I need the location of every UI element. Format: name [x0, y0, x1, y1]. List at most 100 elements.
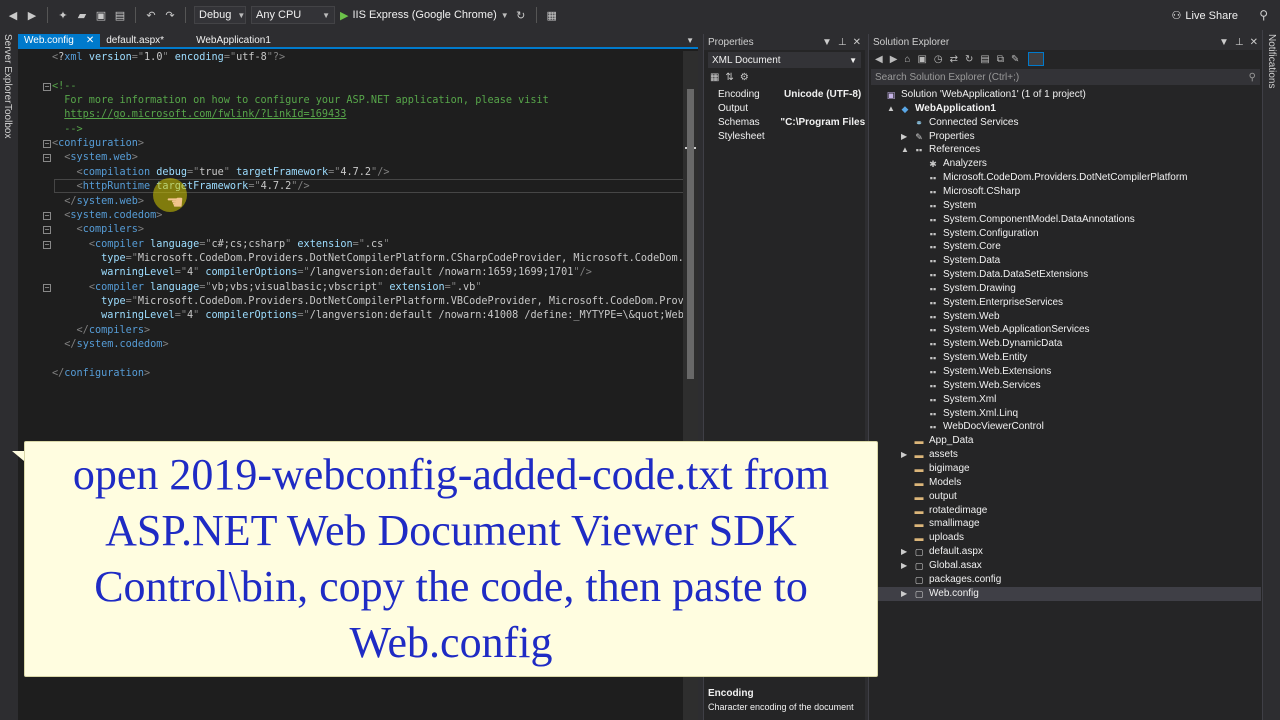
feedback-icon[interactable]: ⚲: [1259, 8, 1268, 22]
code-line[interactable]: − <compiler language="vb;vbs;visualbasic…: [18, 281, 683, 295]
expand-icon[interactable]: ▶: [901, 130, 909, 144]
property-pages-icon[interactable]: ⚙: [740, 72, 749, 86]
refresh-icon[interactable]: ↻: [965, 54, 973, 65]
expand-icon[interactable]: ▶: [901, 545, 909, 559]
close-icon[interactable]: ✕: [1250, 37, 1258, 48]
object-selector[interactable]: XML Document ▼: [708, 52, 861, 68]
collapse-icon[interactable]: −: [43, 154, 51, 163]
code-line[interactable]: warningLevel="4" compilerOptions="/langv…: [18, 309, 683, 323]
tab-document[interactable]: default.aspx*: [100, 34, 170, 47]
property-value[interactable]: "C:\Program Files (: [766, 116, 865, 130]
tree-node[interactable]: ▣ Solution 'WebApplication1' (1 of 1 proj…: [873, 88, 1086, 102]
code-line[interactable]: − <compilers>: [18, 223, 683, 237]
chevron-down-icon[interactable]: ▼: [822, 37, 832, 48]
code-line[interactable]: − <!--: [18, 80, 683, 94]
run-button[interactable]: ▶ IIS Express (Google Chrome) ▼: [340, 9, 509, 22]
undo-icon[interactable]: ↶: [144, 8, 158, 22]
tree-node[interactable]: ▪▪ System: [915, 199, 977, 213]
tree-node[interactable]: ▲ ▪▪ References: [901, 143, 980, 157]
property-value[interactable]: Unicode (UTF-8): [770, 88, 861, 102]
forward-icon[interactable]: ▶: [890, 54, 898, 65]
notifications-tab[interactable]: Notifications: [1266, 34, 1277, 88]
save-icon[interactable]: ▣: [94, 8, 108, 22]
pending-changes-icon[interactable]: ◷: [934, 54, 943, 65]
collapse-icon[interactable]: −: [43, 140, 51, 149]
categorized-icon[interactable]: ▦: [710, 72, 719, 86]
code-line[interactable]: − <compiler language="c#;cs;csharp" exte…: [18, 238, 683, 252]
close-icon[interactable]: ✕: [86, 35, 94, 46]
tree-node[interactable]: ▪▪ System.Web: [915, 310, 1000, 324]
forward-icon[interactable]: ▶: [25, 8, 39, 22]
tree-node[interactable]: ▪▪ System.Data: [915, 254, 1000, 268]
tree-node[interactable]: ▪▪ Microsoft.CodeDom.Providers.DotNetComp…: [915, 171, 1188, 185]
alphabetical-icon[interactable]: ⇅: [725, 72, 733, 86]
tree-node[interactable]: ▶ ✎ Properties: [901, 130, 975, 144]
collapse-icon[interactable]: −: [43, 82, 51, 91]
property-row[interactable]: Schemas "C:\Program Files (: [704, 116, 865, 130]
tree-node[interactable]: ▪▪ System.Web.Extensions: [915, 365, 1051, 379]
new-project-icon[interactable]: ✦: [56, 8, 70, 22]
chevron-down-icon[interactable]: ▼: [686, 36, 694, 45]
expand-icon[interactable]: ▶: [901, 559, 909, 573]
properties-icon[interactable]: ✎: [1011, 54, 1019, 65]
tree-node[interactable]: ✱ Analyzers: [915, 157, 987, 171]
tab-document[interactable]: WebApplication1: [190, 34, 277, 47]
save-all-icon[interactable]: ▤: [113, 8, 127, 22]
solution-search-input[interactable]: Search Solution Explorer (Ctrl+;) ⚲: [871, 69, 1260, 85]
tree-node[interactable]: ▲ ◆ WebApplication1: [887, 102, 996, 116]
tree-node[interactable]: ▶ ▢ Global.asax: [901, 559, 982, 573]
tree-node[interactable]: ▪▪ Microsoft.CSharp: [915, 185, 1020, 199]
pin-icon[interactable]: ⊥: [838, 37, 847, 48]
code-line[interactable]: <?xml version="1.0" encoding="utf-8"?>: [18, 51, 683, 65]
tree-node[interactable]: ▪▪ System.Configuration: [915, 227, 1039, 241]
code-line[interactable]: warningLevel="4" compilerOptions="/langv…: [18, 266, 683, 280]
collapse-icon[interactable]: ▲: [887, 102, 895, 116]
server-explorer-tab[interactable]: Server Explorer: [2, 34, 13, 103]
tree-node[interactable]: ▪▪ WebDocViewerControl: [915, 420, 1044, 434]
refresh-icon[interactable]: ↻: [514, 8, 528, 22]
code-line[interactable]: <compilation debug="true" targetFramewor…: [18, 166, 683, 180]
collapse-icon[interactable]: −: [43, 211, 51, 220]
code-line[interactable]: </system.web>: [18, 195, 683, 209]
show-all-files-icon[interactable]: ⧉: [997, 54, 1004, 65]
code-line[interactable]: type="Microsoft.CodeDom.Providers.DotNet…: [18, 252, 683, 266]
code-line[interactable]: </system.codedom>: [18, 338, 683, 352]
tree-node[interactable]: ▢ packages.config: [901, 573, 1002, 587]
tab-document[interactable]: Web.config ✕: [18, 34, 101, 47]
tree-node[interactable]: ▶ ▢ Web.config: [869, 586, 1261, 601]
property-row[interactable]: Output: [704, 102, 865, 116]
tree-node[interactable]: ▪▪ System.Xml: [915, 393, 997, 407]
back-icon[interactable]: ◀: [6, 8, 20, 22]
switch-views-icon[interactable]: ▣: [917, 54, 926, 65]
tree-node[interactable]: ▶ ▬ assets: [901, 448, 958, 462]
code-line[interactable]: </configuration>: [18, 367, 683, 381]
tree-node[interactable]: ▪▪ System.Web.ApplicationServices: [915, 323, 1090, 337]
scroll-thumb[interactable]: [687, 89, 694, 379]
open-file-icon[interactable]: ▰: [75, 8, 89, 22]
code-line[interactable]: type="Microsoft.CodeDom.Providers.DotNet…: [18, 295, 683, 309]
collapse-icon[interactable]: −: [43, 226, 51, 235]
expand-icon[interactable]: ▶: [901, 587, 909, 601]
code-line[interactable]: − <system.codedom>: [18, 209, 683, 223]
tree-node[interactable]: ▪▪ System.Web.DynamicData: [915, 337, 1063, 351]
code-line[interactable]: [18, 65, 683, 79]
chevron-down-icon[interactable]: ▼: [1219, 37, 1229, 48]
home-icon[interactable]: ⌂: [904, 54, 910, 65]
code-line[interactable]: − <configuration>: [18, 137, 683, 151]
tree-node[interactable]: ▬ App_Data: [901, 434, 974, 448]
collapse-icon[interactable]: ▲: [901, 143, 909, 157]
tree-node[interactable]: ▪▪ System.Data.DataSetExtensions: [915, 268, 1088, 282]
tree-node[interactable]: ▪▪ System.Web.Entity: [915, 351, 1028, 365]
collapse-icon[interactable]: −: [43, 283, 51, 292]
code-line[interactable]: </compilers>: [18, 324, 683, 338]
live-share-button[interactable]: ⚇ Live Share: [1172, 9, 1238, 23]
code-line[interactable]: − <system.web>: [18, 151, 683, 165]
property-value[interactable]: [770, 130, 784, 144]
redo-icon[interactable]: ↷: [163, 8, 177, 22]
sync-icon[interactable]: ⇄: [950, 54, 958, 65]
browser-link-icon[interactable]: ▦: [545, 8, 559, 22]
platform-combo[interactable]: Any CPU ▼: [251, 6, 335, 24]
preview-toggle-icon[interactable]: [1028, 52, 1045, 66]
tree-node[interactable]: ▬ smallimage: [901, 517, 980, 531]
property-row[interactable]: Encoding Unicode (UTF-8): [704, 88, 865, 102]
